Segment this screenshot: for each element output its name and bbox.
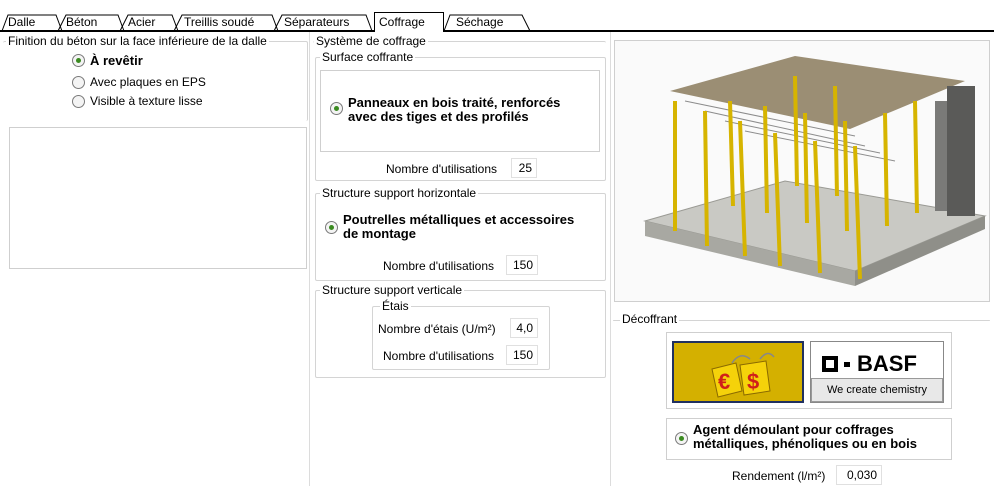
radio-visible-lisse[interactable]: Visible à texture lisse	[72, 94, 203, 108]
price-option-button[interactable]: € $	[672, 341, 804, 403]
surface-uses-label: Nombre d'utilisations	[386, 162, 498, 176]
radio-agent-demoulant[interactable]: Agent démoulant pour coffrages métallique…	[675, 423, 917, 451]
basf-option-button[interactable]: BASF We create chemistry	[810, 341, 944, 403]
surface-option-label: Panneaux en bois traité, renforcés avec d…	[348, 95, 561, 124]
basf-tagline: We create chemistry	[811, 378, 943, 402]
decoffrant-option-label: Agent démoulant pour coffrages métallique…	[693, 422, 917, 451]
basf-logo-square-icon	[822, 356, 838, 372]
preview-panel	[9, 127, 307, 269]
price-tags-icon: € $	[674, 343, 802, 401]
surface-uses-input[interactable]: 25	[511, 158, 537, 178]
radio-poutrelles[interactable]: Poutrelles métalliques et accessoires de …	[325, 213, 574, 241]
radio-label: Visible à texture lisse	[90, 94, 203, 108]
radio-checked-icon	[325, 221, 338, 234]
radio-label: Avec plaques en EPS	[90, 75, 206, 89]
etais-count-input[interactable]: 4,0	[510, 318, 538, 338]
systeme-title: Système de coffrage	[314, 34, 428, 48]
horizontal-title: Structure support horizontale	[320, 186, 479, 200]
rendement-label: Rendement (l/m²)	[732, 469, 826, 483]
svg-text:$: $	[747, 369, 759, 394]
tab-coffrage[interactable]: Coffrage	[374, 12, 444, 32]
tab-label: Coffrage	[379, 15, 425, 29]
horizontal-option-label: Poutrelles métalliques et accessoires de …	[343, 212, 575, 241]
radio-unchecked-icon	[72, 94, 85, 108]
rendement-input[interactable]: 0,030	[836, 465, 882, 485]
radio-checked-icon	[72, 54, 85, 67]
vertical-uses-label: Nombre d'utilisations	[383, 349, 495, 363]
radio-panneaux-bois[interactable]: Panneaux en bois traité, renforcés avec d…	[330, 96, 560, 124]
radio-checked-icon	[675, 432, 688, 445]
column-divider	[610, 32, 611, 486]
vertical-uses-input[interactable]: 150	[506, 345, 538, 365]
decoffrant-title: Décoffrant	[620, 312, 680, 326]
finition-title: Finition du béton sur la face inférieure…	[6, 34, 269, 48]
basf-logo-text: BASF	[857, 351, 917, 376]
formwork-illustration	[614, 40, 990, 302]
active-tab-gap	[375, 30, 443, 32]
formwork-scaffold-icon	[643, 56, 987, 286]
horizontal-uses-label: Nombre d'utilisations	[383, 259, 495, 273]
surface-title: Surface coffrante	[320, 50, 416, 64]
radio-checked-icon	[330, 102, 343, 115]
svg-text:€: €	[718, 369, 730, 394]
column-divider	[309, 32, 310, 486]
etais-count-label: Nombre d'étais (U/m²)	[378, 322, 496, 336]
radio-unchecked-icon	[72, 75, 85, 89]
radio-a-revetir[interactable]: À revêtir	[72, 53, 143, 68]
vertical-title: Structure support verticale	[320, 283, 465, 297]
etais-title: Étais	[380, 299, 411, 313]
radio-plaques-eps[interactable]: Avec plaques en EPS	[72, 75, 206, 89]
tab-outlines	[1, 14, 531, 32]
horizontal-uses-input[interactable]: 150	[506, 255, 538, 275]
radio-label: À revêtir	[90, 53, 143, 68]
basf-logo-dash-icon	[844, 362, 850, 367]
